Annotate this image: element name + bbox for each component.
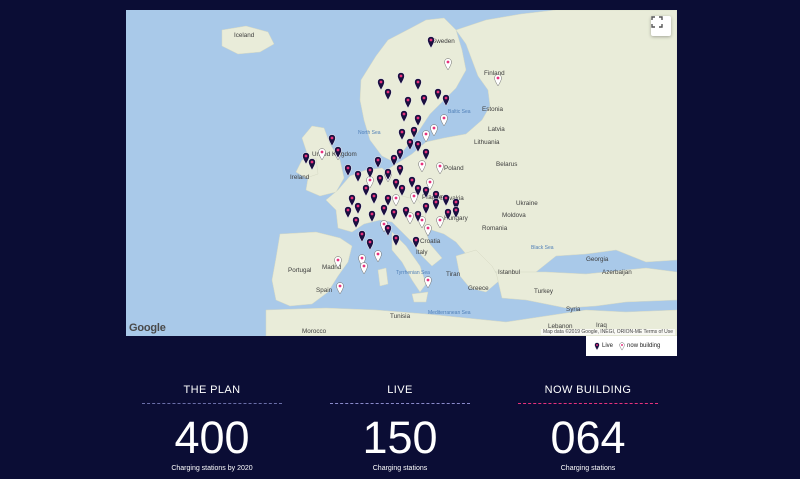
stat-building-caption: Charging stations: [560, 465, 616, 472]
sea-label-baltic: Baltic Sea: [448, 109, 471, 115]
map-attribution[interactable]: Map data ©2019 Google, INEGI, ORION-ME T…: [540, 329, 675, 335]
live-station-marker[interactable]: [366, 238, 374, 251]
google-logo[interactable]: Google: [129, 322, 166, 334]
stat-building: NOW BUILDING 064 Charging stations: [518, 384, 658, 472]
live-station-marker[interactable]: [384, 224, 392, 237]
country-label: Croatia: [420, 238, 441, 245]
stat-plan-caption: Charging stations by 2020: [171, 465, 253, 472]
country-label: Greece: [468, 285, 489, 292]
live-station-marker[interactable]: [344, 164, 352, 177]
building-station-marker[interactable]: [424, 276, 432, 289]
building-station-marker[interactable]: [360, 262, 368, 275]
country-label: Finland: [484, 70, 505, 77]
stat-plan-rule: [142, 403, 282, 404]
stat-building-title: NOW BUILDING: [544, 384, 632, 396]
building-station-marker[interactable]: [336, 282, 344, 295]
country-label: Latvia: [488, 126, 505, 133]
stat-building-value: 064: [550, 412, 626, 463]
live-marker-icon: [594, 341, 600, 350]
country-label: Georgia: [586, 256, 609, 263]
legend-live-label: Live: [602, 343, 614, 349]
stat-live-caption: Charging stations: [372, 465, 428, 472]
stat-plan: THE PLAN 400 Charging stations by 2020: [142, 384, 282, 472]
live-station-marker[interactable]: [358, 230, 366, 243]
country-label: Tunisia: [390, 313, 411, 320]
stat-plan-value: 400: [174, 412, 250, 463]
country-label: Spain: [316, 287, 333, 294]
sea-label-mediterranean: Mediterranean Sea: [428, 310, 471, 316]
country-label: Ireland: [290, 174, 310, 181]
stat-live-value: 150: [362, 412, 438, 463]
sea-label-black: Black Sea: [531, 245, 554, 251]
building-station-marker[interactable]: [430, 124, 438, 137]
stat-plan-title: THE PLAN: [183, 384, 241, 396]
country-label: Tiran: [446, 271, 461, 278]
country-label: Sweden: [432, 38, 455, 45]
fullscreen-icon: [651, 16, 663, 28]
country-label: Ukraine: [516, 200, 538, 207]
building-marker-icon: [619, 341, 625, 350]
sea-label-north: North Sea: [358, 130, 381, 136]
live-station-marker[interactable]: [374, 156, 382, 169]
country-label: Iraq: [596, 322, 607, 329]
stat-live-rule: [330, 403, 470, 404]
country-label: Estonia: [482, 106, 504, 113]
legend-live: Live: [594, 341, 614, 351]
country-label: Azerbaijan: [602, 269, 632, 276]
country-label: Turkey: [534, 288, 554, 295]
building-station-marker[interactable]: [422, 130, 430, 143]
country-label: Lithuania: [474, 139, 500, 146]
country-label: Iceland: [234, 32, 255, 39]
country-label: Portugal: [288, 267, 311, 274]
legend-building-label: now building: [627, 343, 661, 349]
map-canvas: North Sea Baltic Sea Black Sea Mediterra…: [221, 10, 677, 336]
stat-live: LIVE 150 Charging stations: [330, 384, 470, 472]
country-label: Romania: [482, 225, 508, 232]
country-label: Poland: [444, 165, 464, 172]
country-label: Italy: [416, 249, 428, 256]
fullscreen-button[interactable]: [651, 16, 671, 36]
building-station-marker[interactable]: [440, 114, 448, 127]
live-station-marker[interactable]: [442, 94, 450, 107]
building-station-marker[interactable]: [374, 250, 382, 263]
map-legend: Live now building: [586, 336, 677, 356]
stat-live-title: LIVE: [387, 384, 413, 396]
country-label: Moldova: [502, 212, 526, 219]
country-label: Belarus: [496, 161, 517, 168]
country-label: Morocco: [302, 328, 327, 335]
stat-building-rule: [518, 403, 658, 404]
legend-building: now building: [619, 341, 661, 351]
country-label: Syria: [566, 306, 581, 313]
country-label: Istanbul: [498, 269, 520, 276]
station-map[interactable]: North Sea Baltic Sea Black Sea Mediterra…: [126, 10, 677, 336]
live-station-marker[interactable]: [406, 138, 414, 151]
sea-label-tyrrhenian: Tyrrhenian Sea: [396, 270, 430, 276]
